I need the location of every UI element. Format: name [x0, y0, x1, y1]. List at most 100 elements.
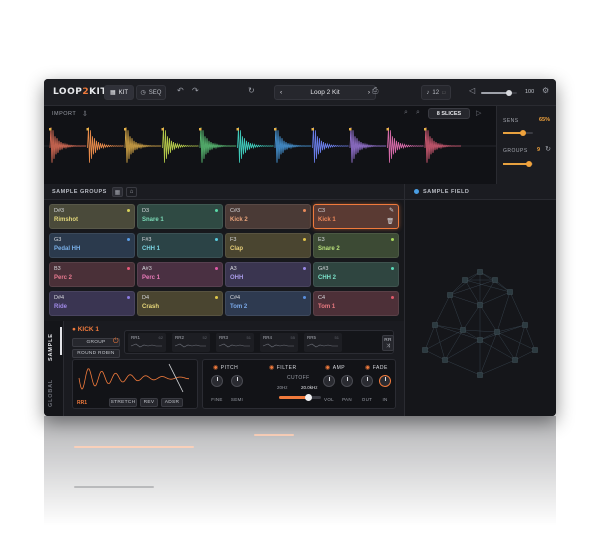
undo-icon[interactable]: ↶	[177, 86, 184, 95]
semi-knob[interactable]	[231, 375, 243, 387]
pad[interactable]: G#3 CHH 2	[313, 262, 399, 287]
pad[interactable]: F3 Clap	[225, 233, 311, 258]
field-node[interactable]	[460, 327, 466, 333]
grid-view-icon[interactable]: ▦	[112, 187, 123, 197]
field-node[interactable]	[477, 302, 483, 308]
slice-marker[interactable]	[236, 128, 240, 131]
pad[interactable]: A3 OHH	[225, 262, 311, 287]
power-icon[interactable]: ⏻	[113, 338, 119, 346]
cutoff-label: CUTOFF	[287, 375, 310, 381]
slice-marker[interactable]	[124, 128, 127, 131]
redo-icon[interactable]: ↷	[192, 86, 199, 95]
sample-field-header: SAMPLE FIELD	[404, 184, 556, 200]
tab-seq[interactable]: ◷ SEQ	[136, 85, 166, 100]
sample-name-text: KICK 1	[77, 326, 100, 333]
sens-knob[interactable]	[519, 130, 526, 136]
field-node[interactable]	[532, 347, 538, 353]
slice-marker[interactable]	[86, 128, 90, 131]
pad[interactable]: G3 Pedal HH	[49, 233, 135, 258]
refresh-icon[interactable]: ↻	[248, 86, 255, 95]
cutoff-slider[interactable]	[279, 394, 321, 401]
field-node[interactable]	[512, 357, 518, 363]
pad[interactable]: D#4 Ride	[49, 291, 135, 316]
pad[interactable]: D3 Snare 1	[137, 204, 223, 229]
fade-in-knob[interactable]	[379, 375, 391, 387]
pad[interactable]: F#3 CHH 1	[137, 233, 223, 258]
pad[interactable]: E3 Snare 2	[313, 233, 399, 258]
pad[interactable]: C3 Kick 1 ✎ 🗑	[313, 204, 399, 229]
tab-kit[interactable]: ▦ KIT	[104, 85, 134, 100]
round-robin-button[interactable]: ROUND ROBIN	[72, 349, 120, 358]
sample-wave-box[interactable]: RR1 STRETCH REV ADSR	[72, 359, 198, 409]
tab-sample[interactable]: SAMPLE	[48, 333, 54, 361]
slice-marker[interactable]	[424, 128, 427, 131]
groups-knob[interactable]	[525, 161, 532, 167]
sens-slider[interactable]	[503, 130, 533, 136]
round-robin-slot[interactable]: RR2 52	[172, 333, 210, 352]
round-robin-slot[interactable]: RR3 51	[216, 333, 254, 352]
field-node[interactable]	[477, 269, 483, 275]
slice-marker[interactable]	[386, 128, 390, 131]
pad[interactable]: B3 Perc 2	[49, 262, 135, 287]
field-node[interactable]	[422, 347, 428, 353]
pad[interactable]: C#3 Kick 2	[225, 204, 311, 229]
field-node[interactable]	[462, 277, 468, 283]
pad[interactable]: C#4 Tom 2	[225, 291, 311, 316]
field-node[interactable]	[447, 292, 453, 298]
round-robin-slot[interactable]: RR1 62	[128, 333, 166, 352]
tab-global[interactable]: GLOBAL	[48, 379, 54, 407]
pad[interactable]: D#3 Rimshot	[49, 204, 135, 229]
pitch-title: ◉ PITCH	[213, 364, 238, 372]
adsr-button[interactable]: ADSR	[161, 398, 183, 407]
field-node[interactable]	[432, 322, 438, 328]
slice-marker[interactable]	[311, 128, 315, 131]
round-robin-slot[interactable]: RR5 51	[304, 333, 342, 352]
semi-label: SEMI	[230, 397, 244, 402]
field-node[interactable]	[522, 322, 528, 328]
cutoff-knob[interactable]	[305, 394, 313, 401]
slice-marker[interactable]	[349, 128, 352, 131]
pad[interactable]: A#3 Perc 1	[137, 262, 223, 287]
sample-field[interactable]	[404, 200, 556, 416]
volume-slider[interactable]	[481, 90, 517, 96]
round-robin-slot[interactable]: RR4 55	[260, 333, 298, 352]
pad[interactable]: D4 Crash	[137, 291, 223, 316]
pads-view-icon[interactable]: ⌂	[126, 187, 137, 197]
refresh-groups-icon[interactable]: ↻	[545, 145, 551, 153]
pad[interactable]: C4 Tom 1	[313, 291, 399, 316]
field-node[interactable]	[477, 372, 483, 378]
slice-marker[interactable]	[274, 128, 277, 131]
slice-marker[interactable]	[199, 128, 202, 131]
slice-marker[interactable]	[161, 128, 165, 131]
waveform-area[interactable]: IMPORT ⇩ ⌕ ⌕ 8 SLICES ▷	[44, 106, 496, 184]
volume-knob[interactable]	[506, 90, 513, 96]
fade-out-knob[interactable]	[361, 375, 373, 387]
rr-shuffle-button[interactable]: RR ⤨	[382, 335, 394, 351]
field-node[interactable]	[442, 357, 448, 363]
groups-slider[interactable]	[503, 161, 533, 167]
fade-envelope-line[interactable]	[168, 363, 184, 393]
slice-marker[interactable]	[49, 128, 52, 131]
trash-icon[interactable]: 🗑	[386, 218, 394, 225]
field-link	[464, 279, 511, 293]
edit-icon[interactable]: ✎	[389, 207, 394, 214]
stretch-button[interactable]: STRETCH	[109, 398, 137, 407]
sample-waveform	[78, 363, 189, 393]
field-node[interactable]	[494, 329, 500, 335]
field-node[interactable]	[477, 337, 483, 343]
pan-knob[interactable]	[341, 375, 353, 387]
tempo-field[interactable]: ♪ 12 ☐	[421, 85, 451, 100]
fine-knob[interactable]	[211, 375, 223, 387]
field-node[interactable]	[492, 277, 498, 283]
rev-button[interactable]: REV	[140, 398, 158, 407]
next-kit-icon[interactable]: ›	[368, 89, 370, 96]
gear-icon[interactable]: ⚙	[542, 86, 549, 95]
pad-name: Tom 2	[230, 304, 248, 310]
field-node[interactable]	[507, 289, 513, 295]
previous-kit-icon[interactable]: ‹	[280, 89, 282, 96]
sens-label: SENS	[503, 118, 519, 124]
tempo-value: 12	[432, 89, 440, 96]
kit-selector[interactable]: ‹ Loop 2 Kit ›	[274, 85, 376, 100]
save-icon[interactable]: ⎙	[372, 86, 378, 96]
vol-knob[interactable]	[323, 375, 335, 387]
